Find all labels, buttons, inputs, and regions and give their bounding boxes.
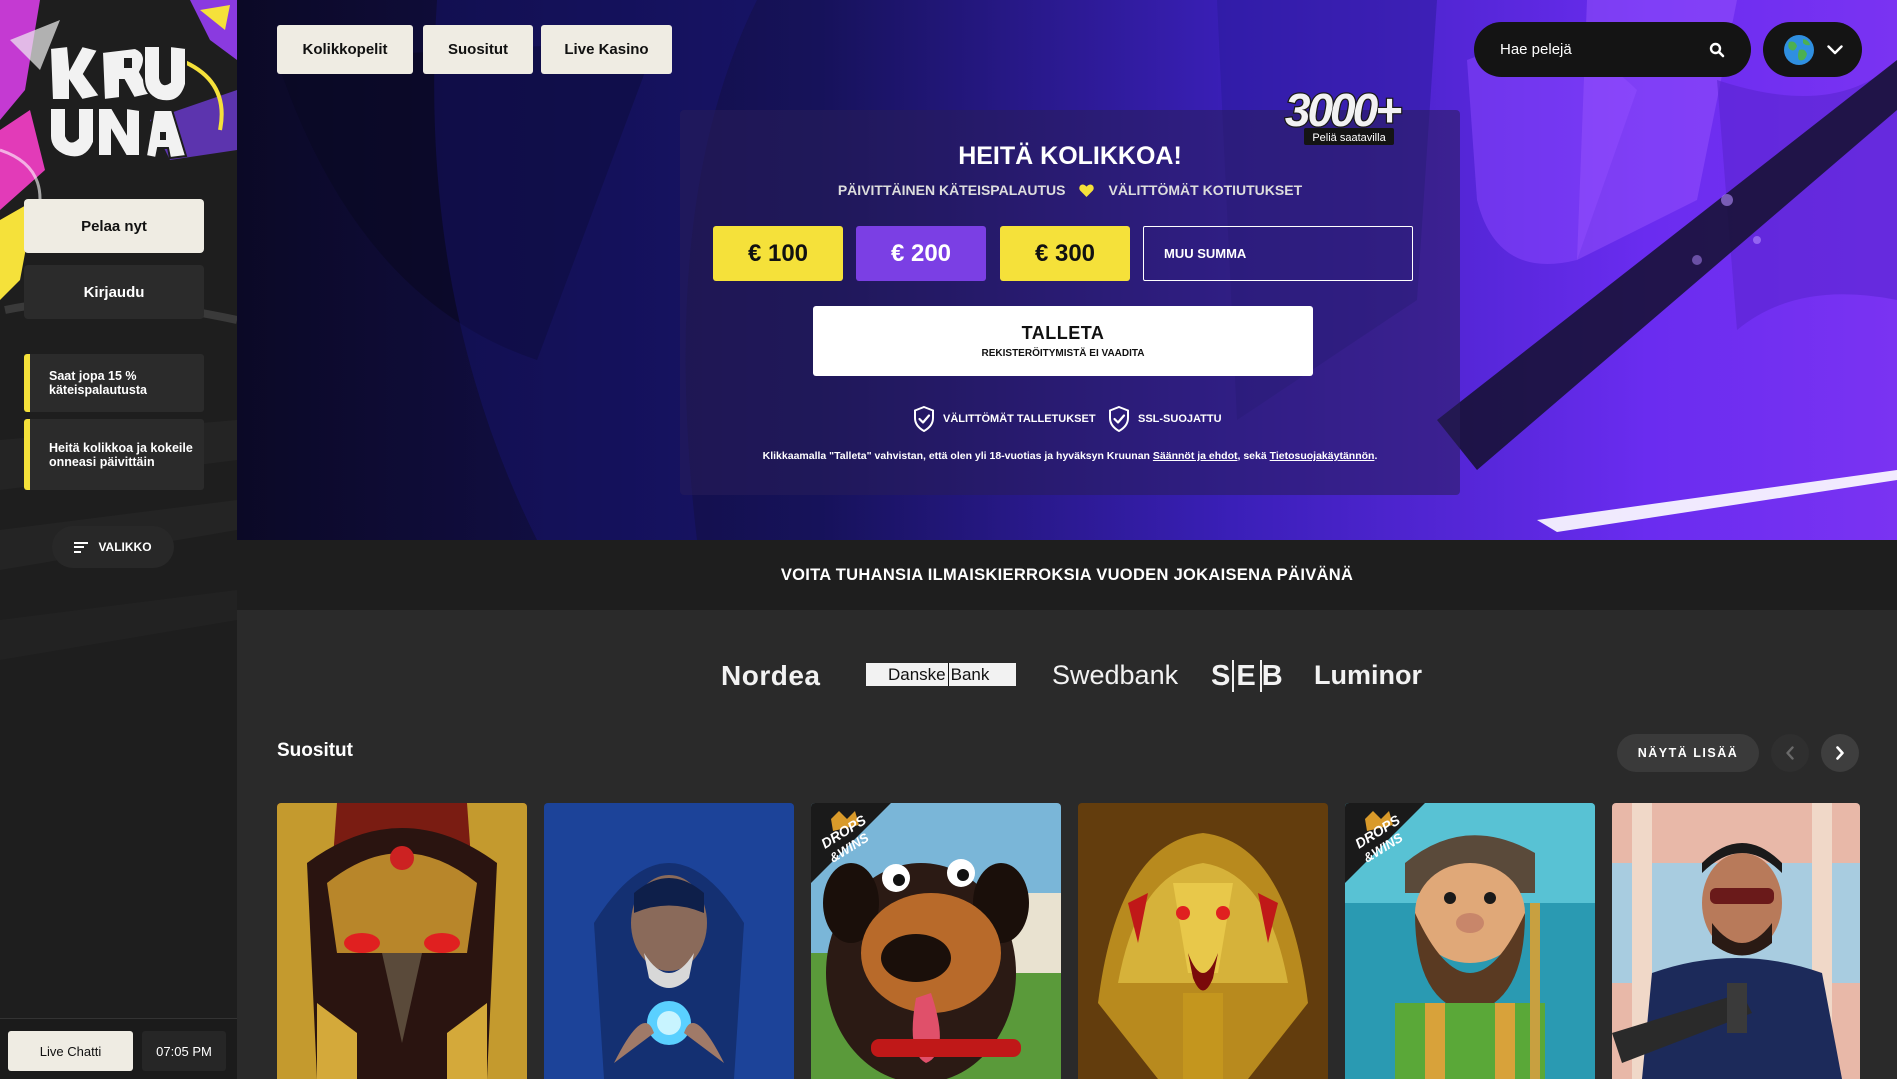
trust-ssl-label: SSL-SUOJATTU bbox=[1138, 413, 1222, 425]
search-icon[interactable] bbox=[1709, 42, 1725, 58]
custom-amount-input[interactable]: MUU SUMMA bbox=[1143, 226, 1413, 281]
game-thumbnail-gangster bbox=[1612, 803, 1860, 1079]
free-spins-banner[interactable]: VOITA TUHANSIA ILMAISKIERROKSIA VUODEN J… bbox=[237, 540, 1897, 610]
game-tile-6[interactable] bbox=[1612, 803, 1860, 1079]
danske-logo-word-2: Bank bbox=[950, 664, 990, 684]
menu-button[interactable]: VALIKKO bbox=[52, 526, 174, 568]
deposit-card: HEITÄ KOLIKKOA! PÄIVITTÄINEN KÄTEISPALAU… bbox=[680, 110, 1460, 495]
promo-cashback-label: Saat jopa 15 % käteispalautusta bbox=[49, 369, 147, 397]
payment-banks: Nordea Danske Bank Swedbank SEB Luminor bbox=[237, 610, 1897, 730]
game-thumbnail-fisherman: DROPS &WINS bbox=[1345, 803, 1595, 1079]
amount-300-button[interactable]: € 300 bbox=[1000, 226, 1130, 281]
show-more-button[interactable]: NÄYTÄ LISÄÄ bbox=[1617, 734, 1759, 772]
search-input[interactable]: Hae pelejä bbox=[1474, 22, 1751, 77]
chevron-left-icon bbox=[1786, 746, 1794, 760]
custom-amount-placeholder: MUU SUMMA bbox=[1164, 246, 1247, 261]
chevron-down-icon bbox=[1826, 44, 1843, 54]
daily-cashback-label: PÄIVITTÄINEN KÄTEISPALAUTUS bbox=[837, 182, 1066, 198]
games-count-caption: Peliä saatavilla bbox=[1312, 132, 1386, 144]
legal-text: Klikkaamalla "Talleta" vahvistan, että o… bbox=[680, 450, 1460, 462]
game-thumbnail-rottweiler: DROPS &WINS bbox=[811, 803, 1061, 1079]
legal-text-mid: , sekä bbox=[1237, 450, 1270, 462]
kruuna-logo bbox=[48, 44, 188, 160]
promo-cashback[interactable]: Saat jopa 15 % käteispalautusta bbox=[24, 354, 204, 412]
deposit-sublabel: REKISTERÖITYMISTÄ EI VAADITA bbox=[981, 348, 1145, 359]
seb-logo-letter-1: S bbox=[1211, 660, 1233, 692]
game-tile-5[interactable]: DROPS &WINS bbox=[1345, 803, 1595, 1079]
tab-live-casino[interactable]: Live Kasino bbox=[541, 25, 672, 74]
sidebar-footer: Live Chatti 07:05 PM bbox=[0, 1018, 237, 1079]
heart-icon bbox=[1079, 184, 1095, 197]
deposit-button[interactable]: TALLETA REKISTERÖITYMISTÄ EI VAADITA bbox=[813, 306, 1313, 376]
search-placeholder: Hae pelejä bbox=[1500, 41, 1572, 58]
card-subtitle: PÄIVITTÄINEN KÄTEISPALAUTUS VÄLITTÖMÄT K… bbox=[680, 182, 1460, 198]
hamburger-icon bbox=[74, 541, 89, 553]
tab-popular[interactable]: Suositut bbox=[423, 25, 533, 74]
hero: Kolikkopelit Suositut Live Kasino Hae pe… bbox=[237, 0, 1897, 540]
game-thumbnail-hooded-mage bbox=[544, 803, 794, 1079]
promo-coin-flip[interactable]: Heitä kolikkoa ja kokeile onneasi päivit… bbox=[24, 419, 204, 490]
language-selector[interactable] bbox=[1763, 22, 1862, 77]
game-tile-4[interactable] bbox=[1078, 803, 1328, 1079]
clock: 07:05 PM bbox=[142, 1031, 226, 1071]
danske-logo-word-1: Danske bbox=[888, 664, 946, 684]
amount-200-button[interactable]: € 200 bbox=[856, 226, 986, 281]
seb-logo-letter-2: E bbox=[1232, 660, 1262, 692]
tab-slots[interactable]: Kolikkopelit bbox=[277, 25, 413, 74]
seb-logo-letter-3: B bbox=[1261, 660, 1285, 692]
chevron-right-icon bbox=[1836, 746, 1844, 760]
game-thumbnail-golden-cobra bbox=[1078, 803, 1328, 1079]
popular-section-title: Suositut bbox=[277, 740, 353, 761]
game-tile-2[interactable] bbox=[544, 803, 794, 1079]
carousel-prev-button[interactable] bbox=[1771, 734, 1809, 772]
game-tile-3[interactable]: DROPS &WINS bbox=[811, 803, 1061, 1079]
instant-withdrawals-label: VÄLITTÖMÄT KOTIUTUKSET bbox=[1108, 182, 1303, 198]
sidebar: Pelaa nyt Kirjaudu Saat jopa 15 % käteis… bbox=[0, 0, 237, 1079]
game-thumbnail-pharaoh-mask bbox=[277, 803, 527, 1079]
play-now-button[interactable]: Pelaa nyt bbox=[24, 199, 204, 253]
trust-instant-deposits-label: VÄLITTÖMÄT TALLETUKSET bbox=[943, 413, 1096, 425]
deposit-label: TALLETA bbox=[1021, 323, 1105, 343]
nordea-logo: Nordea bbox=[721, 660, 821, 691]
amount-100-button[interactable]: € 100 bbox=[713, 226, 843, 281]
seb-logo: SEB bbox=[1211, 660, 1285, 693]
trust-ssl: SSL-SUOJATTU bbox=[1108, 406, 1222, 432]
game-tile-1[interactable] bbox=[277, 803, 527, 1079]
free-spins-banner-text: VOITA TUHANSIA ILMAISKIERROKSIA VUODEN J… bbox=[780, 565, 1354, 584]
legal-text-pre: Klikkaamalla "Talleta" vahvistan, että o… bbox=[762, 450, 1153, 462]
globe-icon bbox=[1783, 34, 1814, 65]
live-chat-button[interactable]: Live Chatti bbox=[8, 1031, 133, 1071]
legal-text-post: . bbox=[1374, 450, 1378, 462]
games-count-badge: 3000+ Peliä saatavilla bbox=[1284, 83, 1405, 145]
promo-coin-flip-label: Heitä kolikkoa ja kokeile onneasi päivit… bbox=[49, 440, 193, 469]
luminor-logo: Luminor bbox=[1314, 660, 1422, 690]
menu-label: VALIKKO bbox=[98, 540, 152, 554]
danske-bank-logo: Danske Bank bbox=[866, 663, 1016, 686]
login-button[interactable]: Kirjaudu bbox=[24, 265, 204, 319]
swedbank-logo: Swedbank bbox=[1052, 660, 1179, 690]
trust-instant-deposits: VÄLITTÖMÄT TALLETUKSET bbox=[913, 406, 1096, 432]
shield-check-icon bbox=[1109, 406, 1129, 432]
terms-link[interactable]: Säännöt ja ehdot bbox=[1153, 450, 1238, 462]
carousel-next-button[interactable] bbox=[1821, 734, 1859, 772]
shield-check-icon bbox=[914, 406, 934, 432]
privacy-link[interactable]: Tietosuojakäytännön bbox=[1270, 450, 1375, 462]
